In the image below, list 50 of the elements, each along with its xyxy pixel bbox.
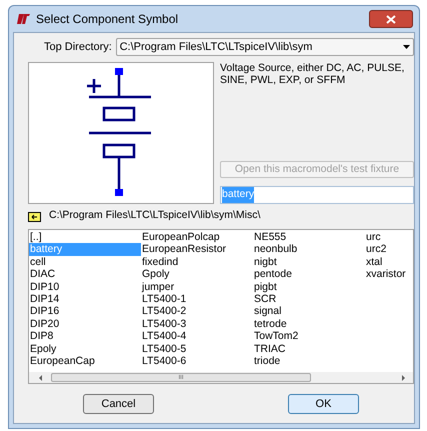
ok-button[interactable]: OK <box>288 394 359 414</box>
file-item[interactable]: cell <box>29 256 141 268</box>
file-item[interactable]: DIP10 <box>29 280 141 293</box>
file-item[interactable]: tetrode <box>253 318 365 330</box>
file-item[interactable]: DIP20 <box>29 318 141 330</box>
file-item[interactable]: DIAC <box>29 268 141 281</box>
scroll-left-icon[interactable] <box>37 374 45 380</box>
file-item[interactable]: LT5400-5 <box>141 342 253 355</box>
file-item[interactable]: urc2 <box>365 243 413 256</box>
file-item[interactable]: Gpoly <box>141 268 253 281</box>
dropdown-arrow-icon <box>403 45 410 49</box>
file-item[interactable]: [..] <box>29 231 141 244</box>
cancel-button[interactable]: Cancel <box>83 394 154 414</box>
top-directory-label: Top Directory: <box>44 40 113 55</box>
file-item[interactable]: LT5400-3 <box>141 318 253 330</box>
file-item[interactable]: pentode <box>253 268 365 281</box>
scroll-right-icon[interactable] <box>399 374 407 380</box>
symbol-description: Voltage Source, either DC, AC, PULSE, SINE, PWL, EXP, or SFFM <box>220 62 406 86</box>
file-item[interactable]: pigbt <box>253 280 365 293</box>
file-item[interactable]: TRIAC <box>253 342 365 355</box>
file-item[interactable]: fixedind <box>141 256 253 268</box>
file-item[interactable]: triode <box>253 354 365 368</box>
logo-icon <box>16 14 30 24</box>
current-path: C:\Program Files\LTC\LTspiceIV\lib\sym\Misc\ <box>49 208 260 224</box>
file-item[interactable]: EuropeanPolcap <box>141 231 253 244</box>
close-icon <box>386 14 396 24</box>
directory-dropdown[interactable]: C:\Program Files\LTC\LTspiceIV\lib\sym <box>116 38 414 56</box>
file-item[interactable]: LT5400-6 <box>141 354 253 368</box>
file-item[interactable]: LT5400-1 <box>141 292 253 306</box>
file-item[interactable]: xvaristor <box>365 268 413 281</box>
file-item[interactable]: EuropeanCap <box>29 354 141 368</box>
file-item[interactable]: signal <box>253 305 365 318</box>
file-item[interactable]: TowTom2 <box>253 330 365 343</box>
file-item[interactable]: jumper <box>141 280 253 293</box>
file-item[interactable]: LT5400-4 <box>141 330 253 343</box>
file-item[interactable]: Epoly <box>29 342 141 355</box>
file-item[interactable]: nigbt <box>253 256 365 268</box>
close-button[interactable] <box>369 10 413 28</box>
file-item[interactable]: DIP8 <box>29 330 141 343</box>
window-title: Select Component Symbol <box>36 11 178 28</box>
file-item[interactable]: xtal <box>365 256 413 268</box>
file-item[interactable]: SCR <box>253 292 365 306</box>
folder-up-icon[interactable] <box>28 210 41 222</box>
file-item[interactable]: NE555 <box>253 231 365 244</box>
file-item[interactable]: DIP14 <box>29 292 141 306</box>
file-item[interactable]: urc <box>365 231 413 244</box>
file-item[interactable]: LT5400-2 <box>141 305 253 318</box>
file-item[interactable]: neonbulb <box>253 243 365 256</box>
file-item[interactable]: EuropeanResistor <box>141 243 253 256</box>
file-item[interactable]: DIP16 <box>29 305 141 318</box>
